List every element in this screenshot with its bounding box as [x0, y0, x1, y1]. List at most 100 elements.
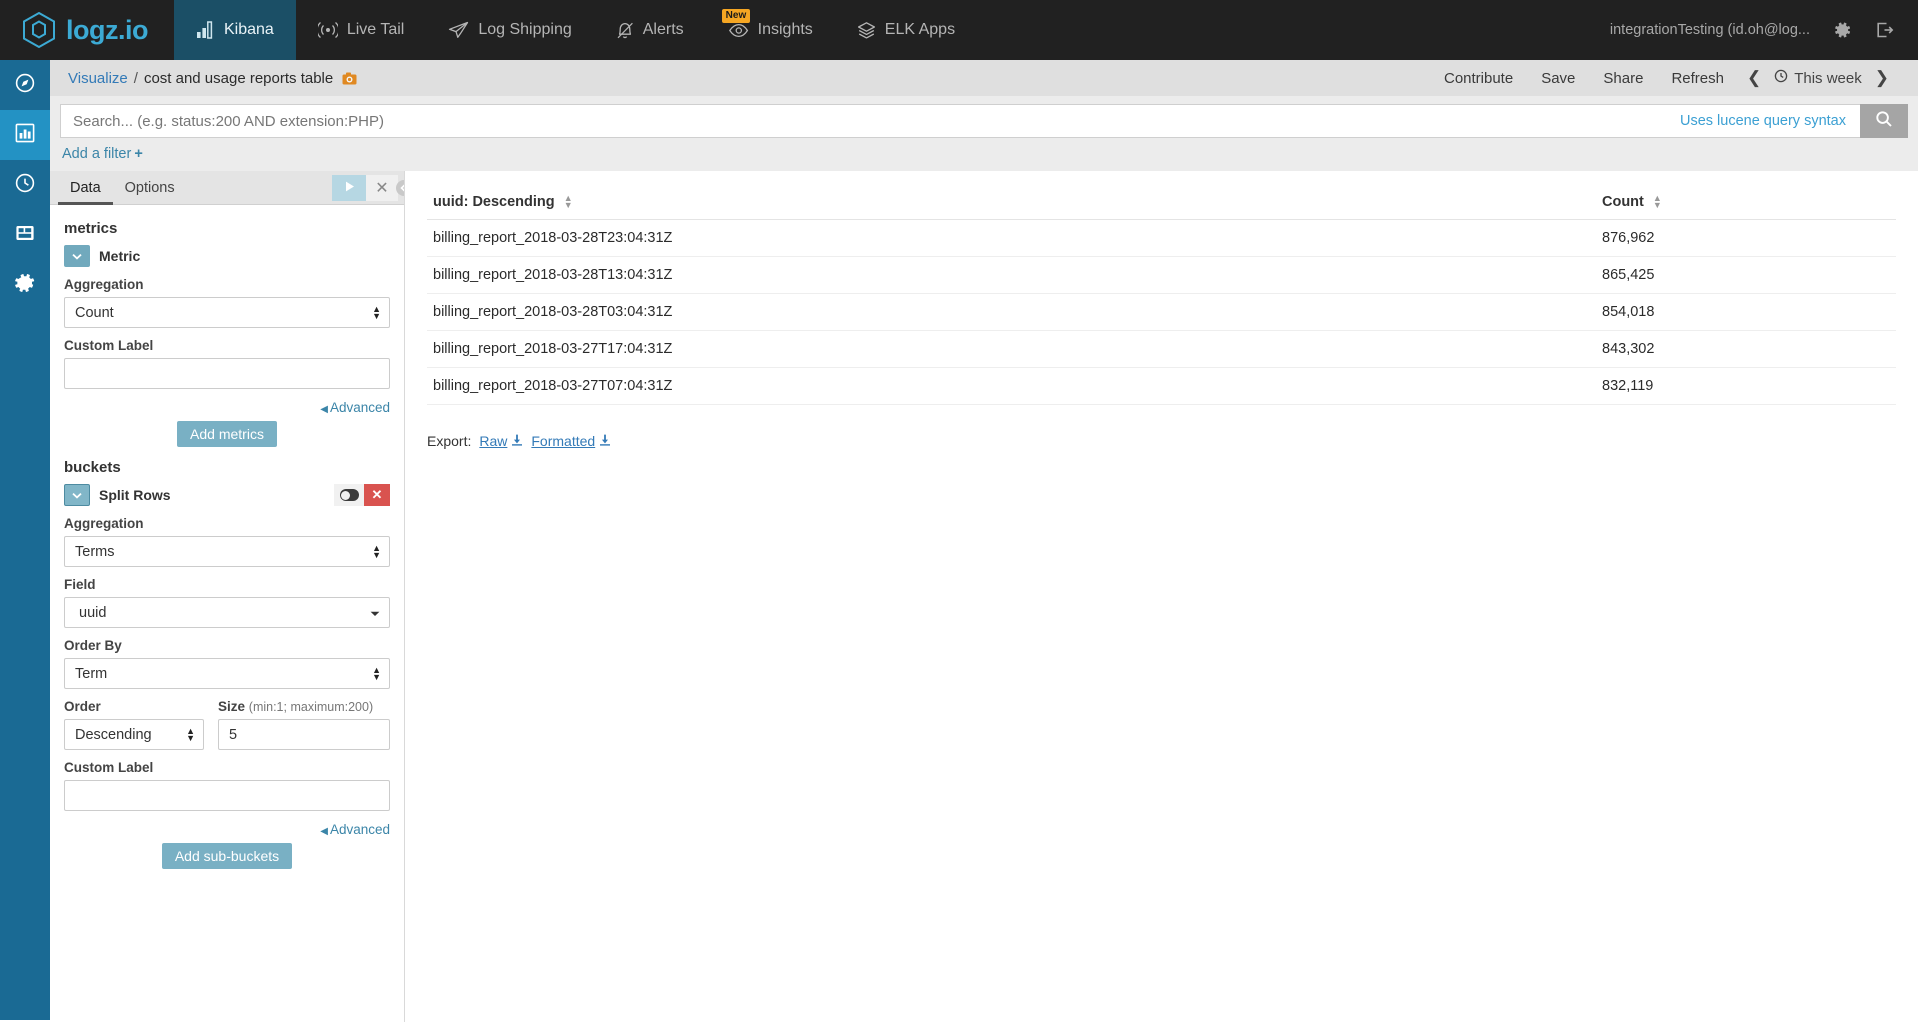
user-account-label[interactable]: integrationTesting (id.oh@log... [1610, 22, 1810, 38]
bucket-aggregation-select[interactable] [64, 536, 390, 567]
export-raw-link[interactable]: Raw [479, 433, 523, 449]
tab-data[interactable]: Data [58, 171, 113, 205]
metric-advanced-toggle[interactable]: ◀Advanced [320, 400, 390, 415]
query-row: Uses lucene query syntax [60, 104, 1908, 138]
search-icon [1875, 110, 1893, 133]
time-prev-arrow-icon[interactable]: ❮ [1738, 68, 1770, 88]
rail-item-management[interactable] [0, 260, 50, 310]
bucket-order-label: Order [64, 699, 204, 714]
add-sub-buckets-row: Add sub-buckets [64, 843, 390, 869]
add-sub-buckets-button[interactable]: Add sub-buckets [162, 843, 292, 869]
export-formatted-link[interactable]: Formatted [531, 433, 611, 449]
filter-row: Add a filter+ [60, 138, 1908, 171]
nav-item-elk-apps[interactable]: ELK Apps [835, 0, 977, 60]
bucket-field-select[interactable] [64, 597, 390, 628]
bucket-field-label: Field [64, 577, 390, 592]
visualization-editor-panel: Data Options ✕ metri [50, 171, 405, 1022]
cell-uuid: billing_report_2018-03-28T13:04:31Z [427, 257, 1596, 294]
cell-uuid: billing_report_2018-03-27T07:04:31Z [427, 368, 1596, 405]
breadcrumb-separator: / [134, 70, 138, 87]
add-metrics-button[interactable]: Add metrics [177, 421, 277, 447]
chevron-down-icon[interactable] [64, 245, 90, 267]
contribute-button[interactable]: Contribute [1430, 70, 1527, 87]
toggle-icon[interactable] [334, 484, 364, 506]
remove-bucket-button[interactable]: ✕ [364, 484, 390, 506]
editor-tabs: Data Options ✕ [50, 171, 404, 205]
bucket-size-label-text: Size [218, 699, 245, 714]
search-input[interactable] [60, 104, 1666, 138]
bucket-advanced-toggle[interactable]: ◀Advanced [320, 822, 390, 837]
nav-item-live-tail[interactable]: Live Tail [296, 0, 427, 60]
column-header-uuid[interactable]: uuid: Descending ▲▼ [427, 185, 1596, 220]
plus-icon: + [134, 146, 142, 162]
nav-item-kibana[interactable]: Kibana [174, 0, 296, 60]
rail-item-timelion[interactable] [0, 160, 50, 210]
rail-item-discover[interactable] [0, 60, 50, 110]
download-icon [599, 433, 611, 449]
bucket-custom-label-input[interactable] [64, 780, 390, 811]
bucket-field-select-wrap [64, 597, 390, 628]
cell-count: 865,425 [1596, 257, 1896, 294]
sort-arrows-icon[interactable]: ▲▼ [564, 195, 573, 209]
apply-changes-button[interactable] [332, 175, 366, 201]
table-row[interactable]: billing_report_2018-03-27T07:04:31Z 832,… [427, 368, 1896, 405]
table-row[interactable]: billing_report_2018-03-27T17:04:31Z 843,… [427, 331, 1896, 368]
bucket-order-select[interactable] [64, 719, 204, 750]
refresh-button[interactable]: Refresh [1657, 70, 1738, 87]
rail-item-visualize[interactable] [0, 110, 50, 160]
download-icon [511, 433, 523, 449]
brand-logo-area[interactable]: logz.io [0, 0, 174, 60]
logout-icon[interactable] [1874, 20, 1894, 40]
dashboard-icon [14, 222, 36, 249]
save-button[interactable]: Save [1527, 70, 1589, 87]
column-header-count[interactable]: Count ▲▼ [1596, 185, 1896, 220]
nav-item-log-shipping[interactable]: Log Shipping [426, 0, 593, 60]
nav-item-label: Kibana [224, 21, 274, 39]
editor-tab-actions: ✕ [332, 175, 398, 201]
sort-arrows-icon[interactable]: ▲▼ [1653, 195, 1662, 209]
nav-item-alerts[interactable]: Alerts [594, 0, 706, 60]
gear-icon[interactable] [1832, 20, 1852, 40]
metric-custom-label-input[interactable] [64, 358, 390, 389]
metric-advanced-row: ◀Advanced [64, 399, 390, 417]
breadcrumb-root-link[interactable]: Visualize [68, 70, 128, 87]
chevron-left-circle-icon[interactable] [395, 179, 405, 197]
tab-options[interactable]: Options [113, 171, 187, 205]
share-button[interactable]: Share [1589, 70, 1657, 87]
nav-item-label: Live Tail [347, 21, 405, 39]
breadcrumb-bar: Visualize / cost and usage reports table… [50, 60, 1918, 96]
nav-item-insights[interactable]: New Insights [706, 0, 835, 60]
metric-aggregation-select[interactable] [64, 297, 390, 328]
bucket-order-by-select[interactable] [64, 658, 390, 689]
lucene-syntax-link[interactable]: Uses lucene query syntax [1666, 104, 1860, 138]
main-area: Data Options ✕ metri [50, 171, 1918, 1022]
clock-icon [1774, 69, 1788, 87]
cell-count: 876,962 [1596, 220, 1896, 257]
chevron-down-icon[interactable] [64, 484, 90, 506]
cell-uuid: billing_report_2018-03-28T23:04:31Z [427, 220, 1596, 257]
table-header-row: uuid: Descending ▲▼ Count ▲▼ [427, 185, 1896, 220]
logzio-logo-icon [22, 12, 56, 48]
brand-name: logz.io [66, 17, 148, 44]
table-row[interactable]: billing_report_2018-03-28T23:04:31Z 876,… [427, 220, 1896, 257]
time-picker-button[interactable]: This week [1770, 69, 1866, 87]
clock-icon [14, 172, 36, 199]
bucket-agg-actions: ✕ [334, 484, 390, 506]
time-next-arrow-icon[interactable]: ❯ [1866, 68, 1898, 88]
table-row[interactable]: billing_report_2018-03-28T13:04:31Z 865,… [427, 257, 1896, 294]
add-filter-button[interactable]: Add a filter+ [62, 146, 143, 162]
cell-count: 854,018 [1596, 294, 1896, 331]
triangle-left-icon: ◀ [320, 404, 328, 415]
page-content: Visualize / cost and usage reports table… [50, 60, 1918, 1020]
camera-icon[interactable] [342, 72, 357, 85]
discard-changes-button[interactable]: ✕ [366, 175, 398, 201]
search-button[interactable] [1860, 104, 1908, 138]
metric-aggregation-label: Aggregation [64, 277, 390, 292]
column-header-count-label: Count [1602, 194, 1644, 210]
visualization-area: uuid: Descending ▲▼ Count ▲▼ billing_rep… [405, 171, 1918, 1022]
size-column: Size (min:1; maximum:200) [218, 689, 390, 750]
bucket-size-input[interactable] [218, 719, 390, 750]
order-column: Order ▲▼ [64, 689, 204, 750]
table-row[interactable]: billing_report_2018-03-28T03:04:31Z 854,… [427, 294, 1896, 331]
rail-item-dashboard[interactable] [0, 210, 50, 260]
